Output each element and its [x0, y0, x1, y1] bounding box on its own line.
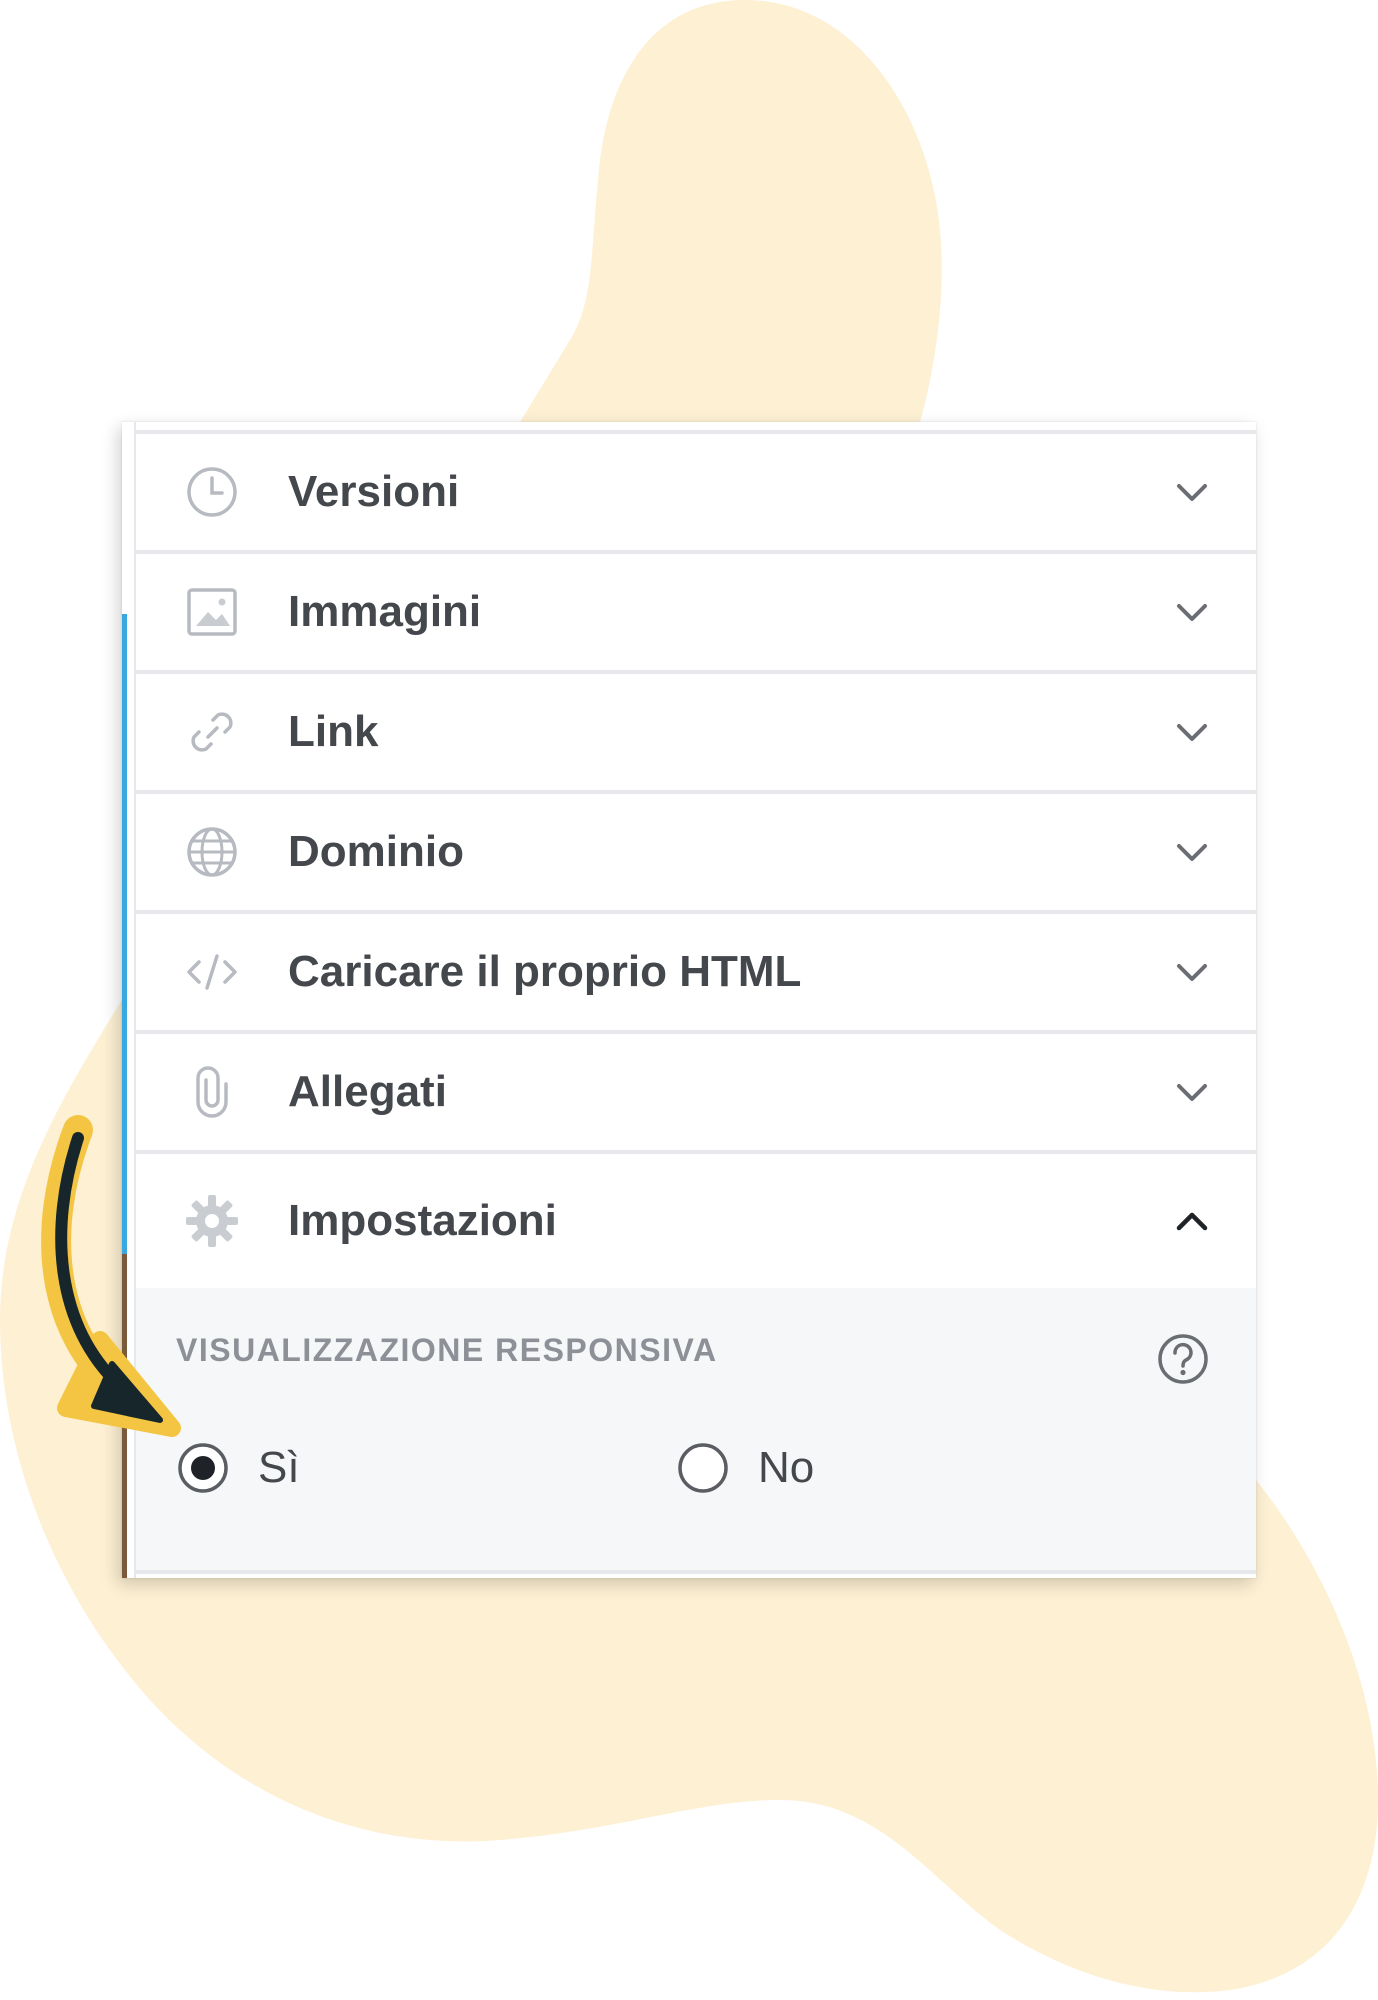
accordion-label: Immagini [288, 587, 482, 636]
accordion-item-impostazioni[interactable]: Impostazioni [136, 1154, 1256, 1288]
radio-label: Sì [258, 1443, 300, 1492]
image-icon [182, 582, 242, 642]
question-circle-icon[interactable] [1156, 1332, 1210, 1386]
accordion-label: Allegati [288, 1067, 447, 1116]
settings-panel-body: VISUALIZZAZIONE RESPONSIVA Sì No [136, 1288, 1256, 1574]
chevron-down-icon[interactable] [1172, 592, 1212, 632]
chevron-up-icon[interactable] [1172, 1201, 1212, 1241]
chevron-down-icon[interactable] [1172, 832, 1212, 872]
accordion-item-immagini[interactable]: Immagini [136, 554, 1256, 674]
chevron-down-icon[interactable] [1172, 472, 1212, 512]
clock-icon [182, 462, 242, 522]
code-icon [182, 942, 242, 1002]
sidebar-panel: Versioni Immagini Link Dominio Caricare … [122, 422, 1256, 1578]
accordion-label: Impostazioni [288, 1196, 557, 1245]
accordion-item-html[interactable]: Caricare il proprio HTML [136, 914, 1256, 1034]
panel-accent-blue [122, 614, 127, 1254]
accordion-item-dominio[interactable]: Dominio [136, 794, 1256, 914]
accordion-item-versioni[interactable]: Versioni [136, 434, 1256, 554]
chevron-down-icon[interactable] [1172, 952, 1212, 992]
chevron-down-icon[interactable] [1172, 1072, 1212, 1112]
radio-option-no[interactable]: No [676, 1436, 814, 1500]
radio-button-unselected[interactable] [676, 1441, 730, 1495]
accordion-item-link[interactable]: Link [136, 674, 1256, 794]
paperclip-icon [182, 1062, 242, 1122]
panel-accent-brown [122, 1254, 127, 1578]
radio-option-si[interactable]: Sì [176, 1436, 300, 1500]
accordion-label: Dominio [288, 827, 464, 876]
radio-label: No [758, 1443, 815, 1492]
gear-icon [182, 1191, 242, 1251]
link-icon [182, 702, 242, 762]
accordion-label: Versioni [288, 467, 460, 516]
accordion-label: Link [288, 707, 379, 756]
globe-icon [182, 822, 242, 882]
section-title: VISUALIZZAZIONE RESPONSIVA [176, 1332, 718, 1368]
radio-button-selected[interactable] [176, 1441, 230, 1495]
chevron-down-icon[interactable] [1172, 712, 1212, 752]
accordion-item-allegati[interactable]: Allegati [136, 1034, 1256, 1154]
accordion-label: Caricare il proprio HTML [288, 947, 802, 996]
